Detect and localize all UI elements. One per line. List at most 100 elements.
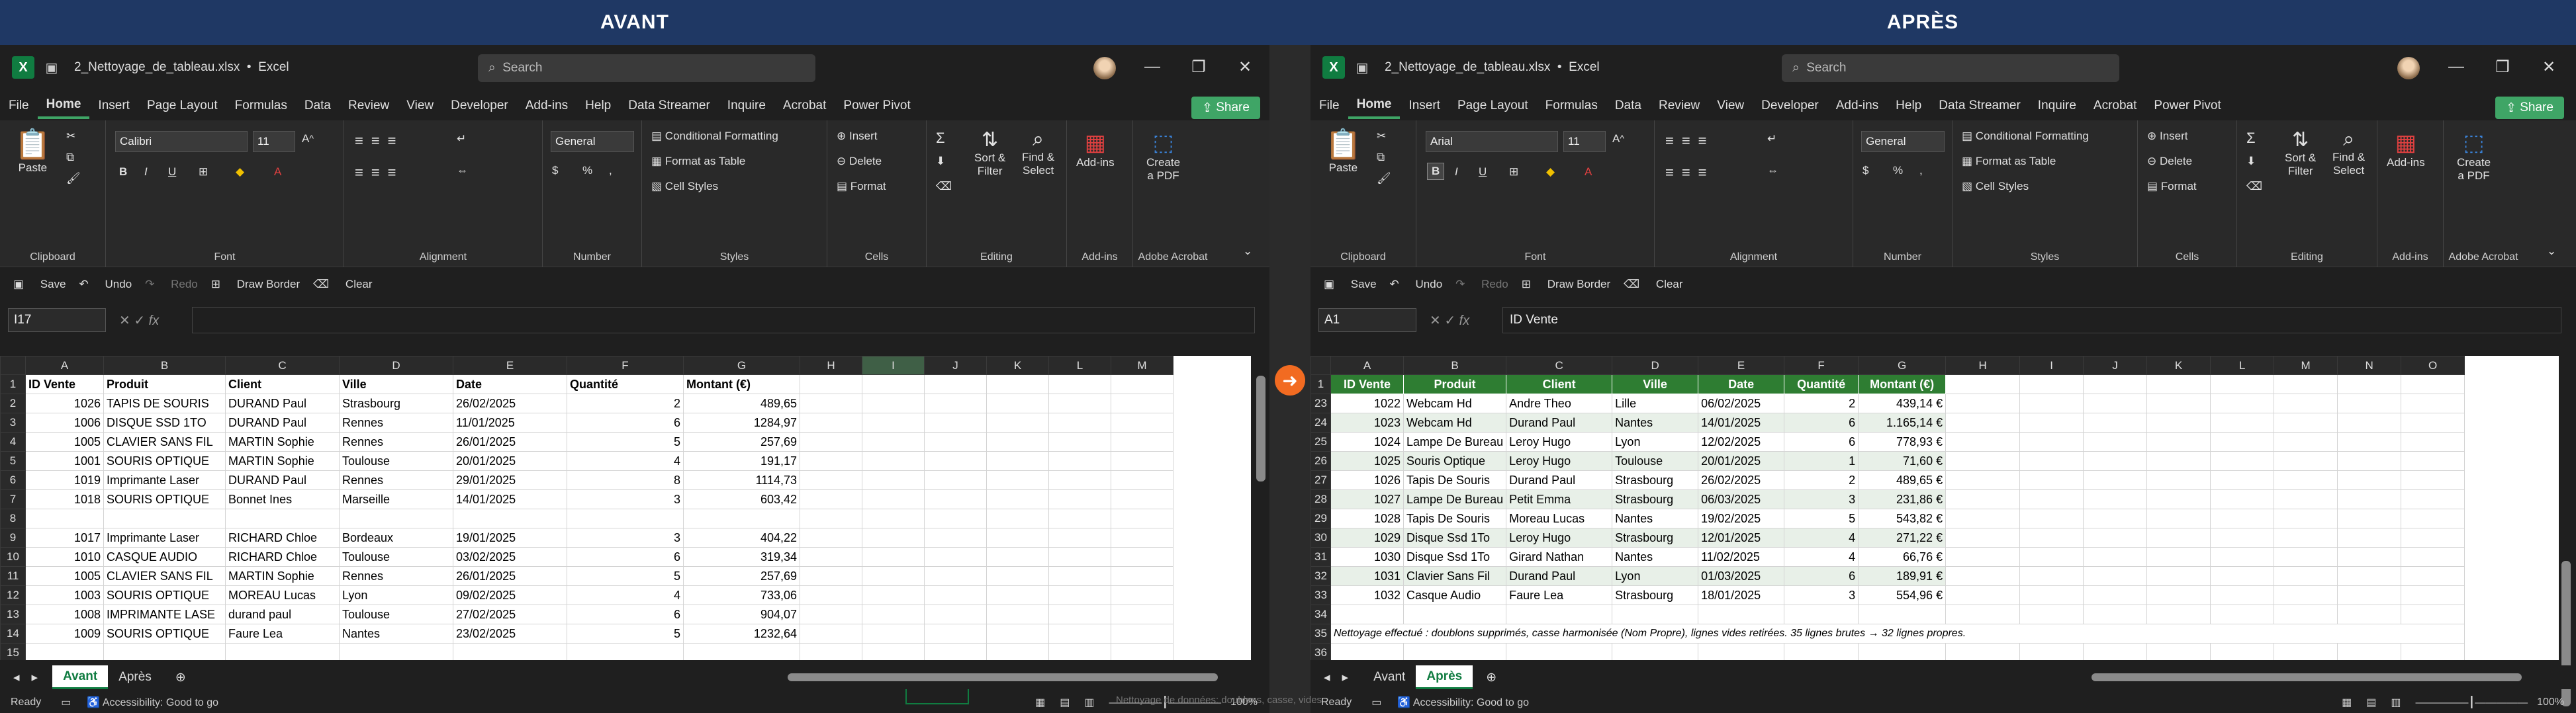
empty-cell[interactable]	[2274, 547, 2338, 567]
row-header[interactable]: 12	[0, 585, 26, 605]
empty-cell[interactable]	[2337, 566, 2402, 586]
cell[interactable]: Strasbourg	[1612, 528, 1699, 548]
cell[interactable]: 71,60 €	[1858, 451, 1947, 471]
fill-color-icon[interactable]: ◆	[1546, 165, 1555, 179]
cell[interactable]: DISQUE SSD 1TO	[103, 413, 226, 433]
cell[interactable]: Durand Paul	[1506, 470, 1613, 490]
empty-cell[interactable]	[2019, 451, 2084, 471]
empty-cell[interactable]	[2019, 489, 2084, 509]
empty-cell[interactable]	[2083, 432, 2148, 452]
empty-cell[interactable]	[1784, 605, 1859, 624]
cell[interactable]: Nantes	[339, 624, 453, 644]
empty-cell[interactable]	[800, 394, 862, 413]
empty-cell[interactable]	[1945, 547, 2021, 567]
cell[interactable]: 14/01/2025	[1698, 413, 1785, 433]
column-header-i[interactable]: I	[2019, 356, 2084, 375]
row-header[interactable]: 29	[1311, 509, 1331, 528]
menu-insert[interactable]: Insert	[1400, 93, 1449, 119]
empty-cell[interactable]	[2337, 605, 2402, 624]
number-format-select[interactable]: General	[1861, 131, 1945, 152]
cell[interactable]: 489,65 €	[1858, 470, 1947, 490]
font-size-select[interactable]: 11	[253, 131, 295, 152]
cell[interactable]: Lampe De Bureau	[1403, 489, 1507, 509]
cell[interactable]: Strasbourg	[339, 394, 453, 413]
cell[interactable]: Client	[225, 374, 340, 394]
cell[interactable]: Ville	[339, 374, 453, 394]
conditional-formatting-button[interactable]: ▤ Conditional Formatting	[651, 130, 778, 143]
currency-icon[interactable]: $	[552, 164, 558, 177]
column-header-n[interactable]: N	[2337, 356, 2402, 375]
row-header[interactable]: 7	[0, 489, 26, 509]
number-format-select[interactable]: General	[551, 131, 634, 152]
cell[interactable]: RICHARD Chloe	[225, 528, 340, 548]
horizontal-scrollbar[interactable]	[2092, 673, 2522, 681]
cell[interactable]: 6	[1784, 413, 1859, 433]
insert-cells-button[interactable]: ⊕ Insert	[2147, 130, 2188, 143]
cell[interactable]: 1023	[1330, 413, 1404, 433]
bold-button[interactable]: B	[1427, 163, 1445, 180]
menu-add-ins[interactable]: Add-ins	[517, 93, 576, 119]
cell[interactable]: 06/02/2025	[1698, 394, 1785, 413]
minimize-icon[interactable]: —	[1142, 57, 1162, 77]
empty-cell[interactable]	[1048, 643, 1111, 660]
empty-cell[interactable]	[1111, 374, 1173, 394]
empty-cell[interactable]	[2210, 413, 2275, 433]
create-pdf-button[interactable]: ⬚ Create a PDF	[1146, 130, 1180, 183]
menu-data[interactable]: Data	[296, 93, 340, 119]
empty-cell[interactable]	[2337, 394, 2402, 413]
cell[interactable]: Strasbourg	[1612, 470, 1699, 490]
empty-cell[interactable]	[862, 528, 925, 548]
empty-cell[interactable]	[2146, 470, 2211, 490]
empty-cell[interactable]	[924, 624, 987, 644]
empty-cell[interactable]	[924, 374, 987, 394]
empty-cell[interactable]	[862, 547, 925, 567]
merge-icon[interactable]: ⇔	[1767, 164, 1778, 177]
empty-cell[interactable]	[986, 605, 1049, 624]
empty-cell[interactable]	[1111, 509, 1173, 528]
menu-home[interactable]: Home	[1348, 93, 1401, 119]
cell[interactable]: 189,91 €	[1858, 566, 1947, 586]
empty-cell[interactable]	[924, 489, 987, 509]
row-header[interactable]: 32	[1311, 566, 1331, 586]
column-header-g[interactable]: G	[683, 356, 800, 375]
cell[interactable]: Toulouse	[339, 605, 453, 624]
empty-cell[interactable]	[986, 374, 1049, 394]
cell[interactable]: Leroy Hugo	[1506, 528, 1613, 548]
cell[interactable]: 6	[567, 605, 684, 624]
cell[interactable]: 554,96 €	[1858, 585, 1947, 605]
merge-icon[interactable]: ⇔	[457, 164, 468, 177]
cell[interactable]: 191,17	[683, 451, 800, 471]
wrap-text-icon[interactable]: ↵	[457, 132, 466, 146]
empty-cell[interactable]	[862, 585, 925, 605]
empty-cell[interactable]	[862, 394, 925, 413]
empty-cell[interactable]	[1048, 509, 1111, 528]
menu-power-pivot[interactable]: Power Pivot	[2145, 93, 2229, 119]
delete-cells-button[interactable]: ⊖ Delete	[837, 155, 882, 168]
column-header-b[interactable]: B	[1403, 356, 1507, 375]
empty-cell[interactable]	[1945, 585, 2021, 605]
empty-cell[interactable]	[2146, 451, 2211, 471]
italic-button[interactable]: I	[1455, 165, 1458, 179]
cell[interactable]	[339, 509, 453, 528]
empty-cell[interactable]	[2274, 413, 2338, 433]
cell[interactable]: 1028	[1330, 509, 1404, 528]
search-box[interactable]: ⌕ Search	[478, 54, 815, 82]
empty-cell[interactable]	[1048, 605, 1111, 624]
empty-cell[interactable]	[1403, 605, 1507, 624]
cell[interactable]: 3	[567, 528, 684, 548]
empty-cell[interactable]	[2083, 413, 2148, 433]
empty-cell[interactable]	[1111, 624, 1173, 644]
header-cell[interactable]: Produit	[1403, 374, 1507, 394]
cell[interactable]	[453, 643, 567, 660]
empty-cell[interactable]	[2337, 643, 2402, 660]
empty-cell[interactable]	[2083, 374, 2148, 394]
empty-cell[interactable]	[2401, 585, 2465, 605]
cell[interactable]: SOURIS OPTIQUE	[103, 451, 226, 471]
header-cell[interactable]: Date	[1698, 374, 1785, 394]
empty-cell[interactable]	[986, 470, 1049, 490]
sort-filter-button[interactable]: ⇅ Sort & Filter	[974, 128, 1005, 178]
save-icon[interactable]: ▣	[44, 60, 60, 75]
macro-icon[interactable]: ▭	[1371, 696, 1381, 709]
cell[interactable]: Disque Ssd 1To	[1403, 528, 1507, 548]
empty-cell[interactable]	[1330, 605, 1404, 624]
